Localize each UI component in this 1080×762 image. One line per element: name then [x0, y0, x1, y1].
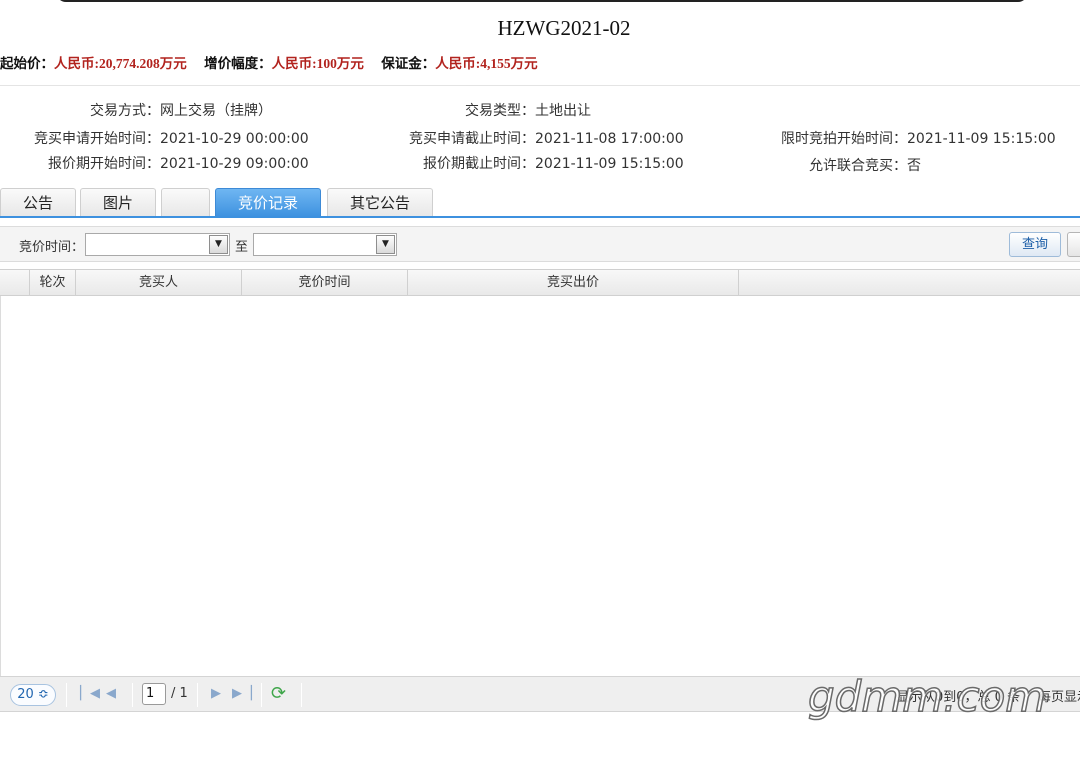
page-size-select[interactable]: 20 ≎: [10, 684, 56, 706]
increment-label: 增价幅度：: [204, 56, 272, 71]
info-label: 限时竞拍开始时间：: [781, 131, 907, 147]
tab-bid-records[interactable]: 竞价记录: [215, 188, 321, 217]
site-watermark: gdmm.com: [807, 671, 1047, 722]
column-header-bid-time[interactable]: 竞价时间: [242, 270, 408, 296]
separator: [66, 683, 67, 707]
tab-blank[interactable]: [161, 188, 210, 217]
next-page-icon[interactable]: ▶: [211, 686, 221, 701]
first-page-icon[interactable]: ▏◀: [80, 686, 100, 701]
range-to-label: 至: [235, 240, 249, 255]
info-trade-type: 交易类型：土地出让: [0, 100, 591, 120]
page-number-input[interactable]: 1: [142, 683, 166, 705]
tab-images[interactable]: 图片: [80, 188, 156, 217]
dropdown-arrow-icon[interactable]: ▼: [376, 235, 395, 254]
tab-announcement[interactable]: 公告: [0, 188, 76, 217]
price-summary: 起始价：人民币:20,774.208万元 增价幅度：人民币:100万元 保证金：…: [0, 52, 552, 72]
deposit-label: 保证金：: [381, 56, 436, 71]
info-value: 土地出让: [535, 103, 591, 119]
query-button[interactable]: 查询: [1009, 232, 1061, 257]
increment-value: 人民币:100万元: [271, 56, 364, 71]
column-header-bidder[interactable]: 竞买人: [76, 270, 242, 296]
last-page-icon[interactable]: ▶▕: [232, 686, 252, 701]
column-header-bid-price[interactable]: 竞买出价: [408, 270, 739, 296]
divider: [0, 85, 1080, 86]
column-header-round[interactable]: 轮次: [30, 270, 76, 296]
bid-time-from-select[interactable]: ▼: [85, 233, 230, 256]
tab-other-announcements[interactable]: 其它公告: [327, 188, 433, 217]
page-title: HZWG2021-02: [497, 16, 631, 40]
separator: [301, 683, 302, 707]
separator: [197, 683, 198, 707]
previous-page-icon[interactable]: ◀: [106, 686, 116, 701]
search-toolbar: 竞价时间： ▼ 至 ▼ 查询: [0, 226, 1080, 262]
bid-time-label: 竞价时间：: [19, 240, 85, 255]
reset-button[interactable]: [1067, 232, 1080, 257]
info-value: 2021-11-09 15:15:00: [907, 131, 1056, 147]
start-price-value: 人民币:20,774.208万元: [54, 56, 187, 71]
refresh-icon[interactable]: ⟳: [271, 683, 286, 704]
info-value: 否: [907, 158, 921, 174]
grid-header: 轮次 竞买人 竞价时间 竞买出价: [0, 269, 1080, 296]
separator: [261, 683, 262, 707]
tab-underline: [0, 216, 1080, 218]
device-top-bezel: [56, 0, 1028, 2]
grid-body: [0, 296, 1080, 676]
bid-time-to-select[interactable]: ▼: [253, 233, 397, 256]
info-label: 交易类型：: [465, 103, 535, 119]
deposit-value: 人民币:4,155万元: [435, 56, 538, 71]
row-number-header: [0, 270, 30, 296]
start-price-label: 起始价：: [0, 56, 54, 71]
info-joint-bid: 允许联合竞买：否: [0, 155, 921, 175]
total-pages: / 1: [171, 686, 188, 701]
dropdown-arrow-icon[interactable]: ▼: [209, 235, 228, 254]
info-label: 允许联合竞买：: [809, 158, 907, 174]
info-auction-start: 限时竞拍开始时间：2021-11-09 15:15:00: [0, 128, 1056, 148]
separator: [132, 683, 133, 707]
